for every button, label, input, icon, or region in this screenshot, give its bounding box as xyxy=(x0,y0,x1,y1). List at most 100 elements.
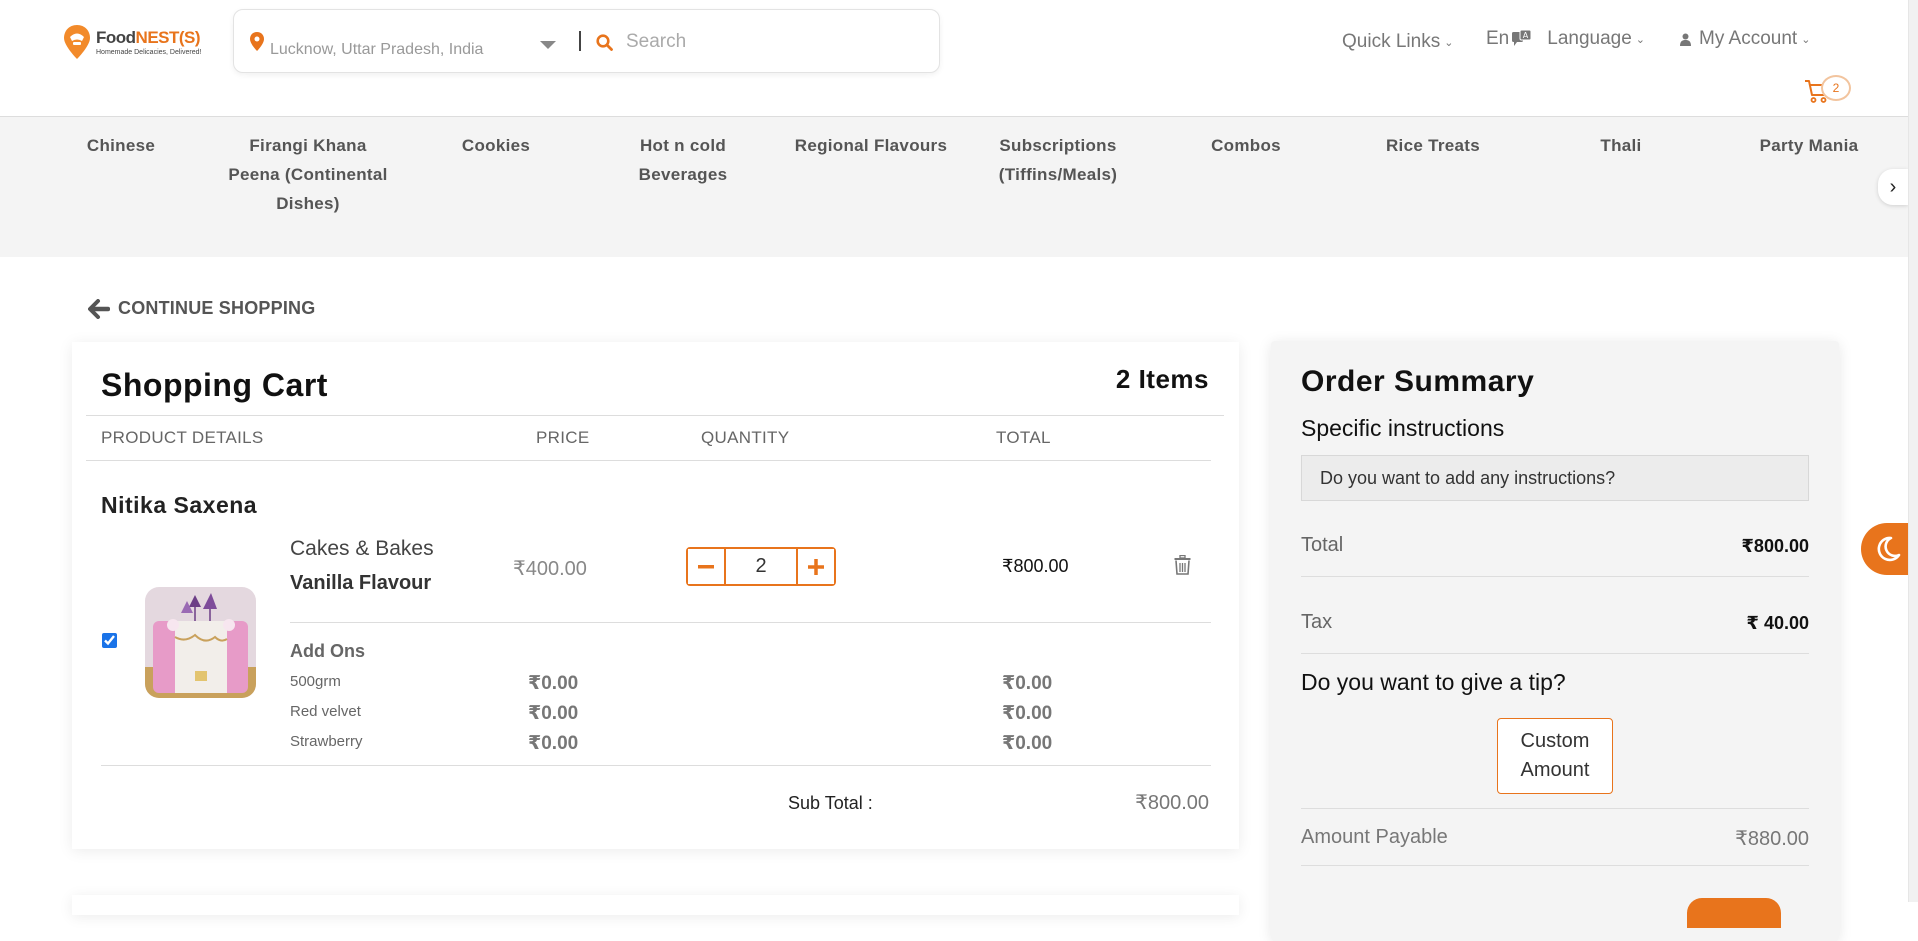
column-header-price: PRICE xyxy=(536,428,590,447)
category-thali[interactable]: Thali xyxy=(1536,131,1706,160)
divider xyxy=(86,460,1211,461)
column-header-quantity: QUANTITY xyxy=(701,428,790,447)
divider xyxy=(86,415,1224,416)
user-icon xyxy=(1680,33,1691,46)
logo-wordmark: FoodNEST(S) xyxy=(96,28,201,47)
product-image[interactable] xyxy=(145,587,256,698)
site-header: FoodNEST(S) Homemade Delicacies, Deliver… xyxy=(0,0,1918,117)
subtotal-label: Sub Total : xyxy=(788,793,873,813)
location-pin-icon xyxy=(250,32,264,51)
addon-price: ₹0.00 xyxy=(528,703,579,724)
chevron-down-icon: ⌄ xyxy=(1444,36,1454,49)
divider xyxy=(1301,808,1809,809)
category-regional-flavours[interactable]: Regional Flavours xyxy=(786,131,956,160)
quick-links-label: Quick Links xyxy=(1342,31,1441,52)
category-nav: Chinese Firangi Khana Peena (Continental… xyxy=(0,117,1918,257)
chevron-down-icon: ⌄ xyxy=(1635,33,1646,46)
continue-shopping-label: CONTINUE SHOPPING xyxy=(118,298,316,318)
increase-quantity-button[interactable] xyxy=(798,549,834,584)
column-header-product: PRODUCT DETAILS xyxy=(101,428,264,447)
next-cart-panel xyxy=(72,895,1239,915)
search-divider xyxy=(579,31,581,51)
amount-payable-label: Amount Payable xyxy=(1301,826,1448,848)
addon-total: ₹0.00 xyxy=(1002,673,1053,694)
moon-icon xyxy=(1877,536,1901,562)
amount-payable-value: ₹880.00 xyxy=(1735,828,1809,850)
vendor-name: Nitika Saxena xyxy=(101,492,258,518)
brand-logo[interactable]: FoodNEST(S) Homemade Delicacies, Deliver… xyxy=(62,24,201,60)
tax-label: Tax xyxy=(1301,611,1333,633)
cart-item-count: 2 Items xyxy=(1115,364,1209,394)
product-price: ₹400.00 xyxy=(513,558,587,580)
addon-price: ₹0.00 xyxy=(528,733,579,754)
language-menu[interactable]: En A Language ⌄ xyxy=(1486,28,1645,50)
svg-text:A: A xyxy=(1523,31,1529,40)
minus-icon xyxy=(698,564,714,568)
category-chinese[interactable]: Chinese xyxy=(36,131,206,160)
order-summary-title: Order Summary xyxy=(1301,365,1535,398)
subtotal-value: ₹800.00 xyxy=(1135,792,1209,814)
tip-question: Do you want to give a tip? xyxy=(1301,669,1566,695)
category-combos[interactable]: Combos xyxy=(1161,131,1331,160)
search-input[interactable] xyxy=(626,28,926,56)
instructions-input[interactable] xyxy=(1301,455,1809,501)
chevron-down-icon: ⌄ xyxy=(1801,33,1811,46)
account-menu[interactable]: My Account ⌄ xyxy=(1680,28,1810,50)
account-label: My Account xyxy=(1699,28,1798,49)
item-select-checkbox[interactable] xyxy=(102,633,117,648)
custom-tip-button[interactable]: Custom Amount xyxy=(1497,718,1613,794)
cart-title: Shopping Cart xyxy=(101,367,328,403)
trash-icon[interactable] xyxy=(1174,555,1191,575)
location-search-bar: Lucknow, Uttar Pradesh, India xyxy=(233,9,940,73)
logo-tagline: Homemade Delicacies, Delivered! xyxy=(96,49,202,56)
decrease-quantity-button[interactable] xyxy=(688,549,724,584)
quantity-value[interactable]: 2 xyxy=(724,549,798,584)
chevron-down-icon[interactable] xyxy=(540,41,556,49)
checkout-button[interactable] xyxy=(1687,898,1781,928)
cake-image xyxy=(145,587,256,698)
language-label: Language xyxy=(1547,28,1632,49)
cart-count-badge: 2 xyxy=(1821,75,1851,101)
tax-value: ₹ 40.00 xyxy=(1746,613,1809,633)
plus-icon xyxy=(808,558,824,575)
translate-icon: A xyxy=(1512,29,1532,46)
product-name[interactable]: Vanilla Flavour xyxy=(290,572,431,595)
divider xyxy=(1301,653,1809,654)
continue-shopping-link[interactable]: CONTINUE SHOPPING xyxy=(88,298,315,319)
category-rice-treats[interactable]: Rice Treats xyxy=(1348,131,1518,160)
addon-name: Red velvet xyxy=(290,703,361,720)
divider xyxy=(290,622,1211,623)
total-label: Total xyxy=(1301,534,1344,556)
search-icon[interactable] xyxy=(596,34,613,51)
instructions-heading: Specific instructions xyxy=(1301,415,1505,441)
category-beverages[interactable]: Hot n cold Beverages xyxy=(613,131,753,189)
addon-price: ₹0.00 xyxy=(528,673,579,694)
shopping-cart-panel: Shopping Cart 2 Items PRODUCT DETAILS PR… xyxy=(72,342,1239,849)
category-cookies[interactable]: Cookies xyxy=(411,131,581,160)
chevron-right-icon: › xyxy=(1889,175,1897,198)
page-scrollbar[interactable] xyxy=(1908,0,1918,902)
logo-pin-icon xyxy=(64,25,90,59)
language-code: En xyxy=(1486,28,1510,49)
order-summary-panel: Order Summary Specific instructions Tota… xyxy=(1271,341,1839,941)
divider xyxy=(101,765,1211,766)
category-subscriptions[interactable]: Subscriptions (Tiffins/Meals) xyxy=(983,131,1133,189)
addon-total: ₹0.00 xyxy=(1002,733,1053,754)
column-header-total: TOTAL xyxy=(996,428,1051,447)
addons-heading: Add Ons xyxy=(290,641,365,661)
addon-name: 500grm xyxy=(290,673,341,690)
divider xyxy=(1301,865,1809,866)
line-total: ₹800.00 xyxy=(1002,556,1069,576)
category-party-mania[interactable]: Party Mania xyxy=(1724,131,1894,160)
addon-total: ₹0.00 xyxy=(1002,703,1053,724)
arrow-left-icon xyxy=(88,298,110,319)
quantity-stepper: 2 xyxy=(686,547,836,586)
total-value: ₹800.00 xyxy=(1741,536,1809,556)
category-next-button[interactable]: › xyxy=(1878,169,1908,205)
category-continental[interactable]: Firangi Khana Peena (Continental Dishes) xyxy=(224,131,392,218)
addon-name: Strawberry xyxy=(290,733,363,750)
product-category: Cakes & Bakes xyxy=(290,537,434,560)
divider xyxy=(1301,576,1809,577)
location-selector[interactable]: Lucknow, Uttar Pradesh, India xyxy=(270,41,483,59)
quick-links-menu[interactable]: Quick Links ⌄ xyxy=(1342,31,1453,53)
